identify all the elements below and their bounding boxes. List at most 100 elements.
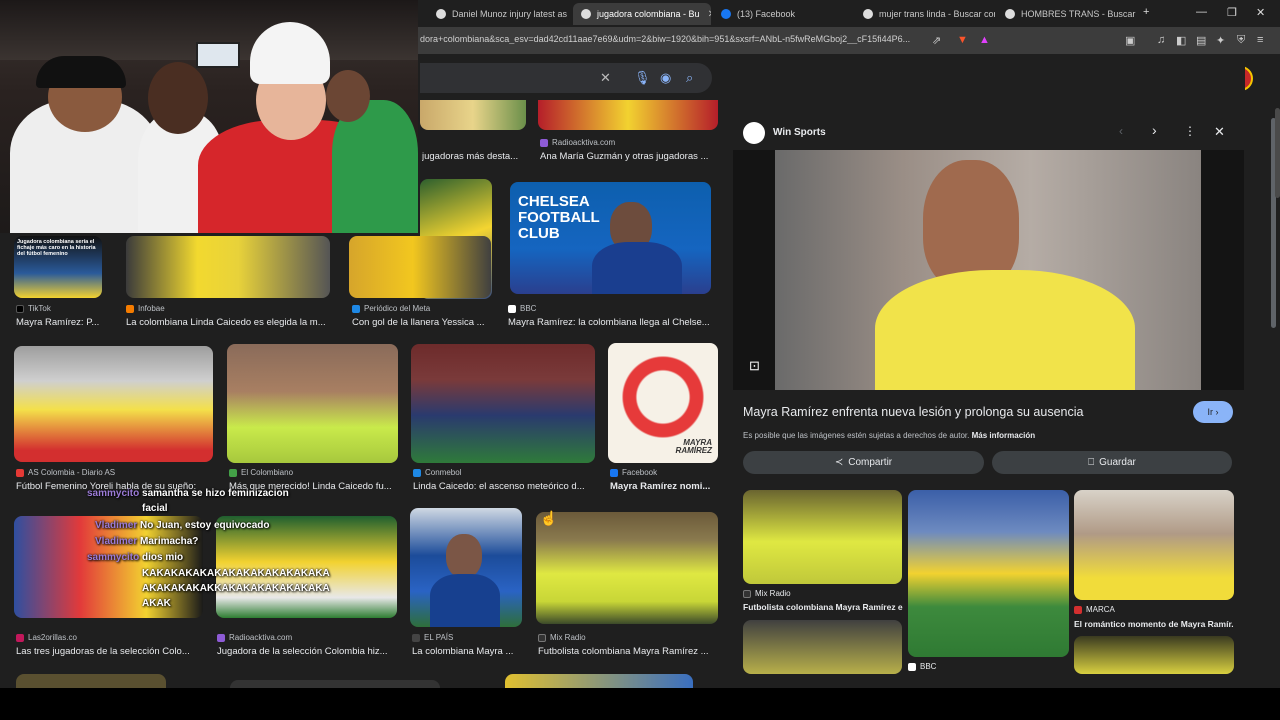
related-caption[interactable]: Futbolista colombiana Mayra Ramírez e... xyxy=(743,602,903,612)
result-image[interactable] xyxy=(14,516,203,618)
restore-icon[interactable]: ❐ xyxy=(1227,6,1237,19)
result-image-tiktok[interactable]: Jugadora colombiana sería el fichaje más… xyxy=(14,236,102,298)
result-source: Facebook xyxy=(610,468,657,477)
vpn-icon[interactable]: ⛨ xyxy=(1237,34,1245,47)
wallet-icon[interactable]: ▤ xyxy=(1196,34,1206,47)
close-panel-icon[interactable]: ✕ xyxy=(1214,124,1225,140)
chat-message: KAKAKAKAKAKAKAKAKAKAKAKAKA xyxy=(142,568,330,579)
chat-line: sammycito dios mio xyxy=(87,552,183,563)
site-icon xyxy=(540,138,548,147)
copyright-notice: Es posible que las imágenes estén sujeta… xyxy=(743,431,1035,440)
main-image-frame[interactable]: ⊡ xyxy=(733,150,1244,390)
source-label: TikTok xyxy=(28,304,51,313)
result-source: Las2orillas.co xyxy=(16,633,77,642)
panel-site-name[interactable]: Win Sports xyxy=(773,127,826,138)
result-image[interactable] xyxy=(411,344,595,463)
related-image[interactable] xyxy=(1074,636,1234,674)
result-source: Conmebol xyxy=(413,468,461,477)
sidebar-icon[interactable]: ◧ xyxy=(1176,34,1186,47)
close-window-icon[interactable]: ✕ xyxy=(1256,6,1265,19)
visit-button[interactable]: Ir › xyxy=(1193,401,1233,423)
result-image[interactable] xyxy=(505,674,693,688)
lens-icon[interactable]: ◉ xyxy=(660,70,671,86)
result-image[interactable] xyxy=(538,100,718,130)
result-caption[interactable]: La colombiana Linda Caicedo es elegida l… xyxy=(126,317,330,328)
tab-hombres-trans[interactable]: HOMBRES TRANS - Buscar con xyxy=(997,3,1137,25)
result-image-facebook[interactable]: MAYRA RAMÍREZ xyxy=(608,343,718,463)
related-image[interactable] xyxy=(743,620,902,674)
more-icon[interactable]: ⋮ xyxy=(1184,124,1196,138)
tab-jugadora-colombiana[interactable]: jugadora colombiana - Bu ✕ xyxy=(573,3,711,25)
page-scrollbar[interactable] xyxy=(1275,108,1280,198)
result-caption[interactable]: Mayra Ramírez: la colombiana llega al Ch… xyxy=(508,317,718,328)
result-caption[interactable]: Futbolista colombiana Mayra Ramírez ... xyxy=(538,646,718,657)
source-label: Facebook xyxy=(622,468,658,477)
result-image-chelsea[interactable]: CHELSEA FOOTBALL CLUB xyxy=(510,182,711,294)
menu-icon[interactable]: ≡ xyxy=(1257,34,1263,46)
as-icon xyxy=(16,468,24,477)
mic-icon[interactable]: 🎙 xyxy=(634,70,651,86)
source-label: Mix Radio xyxy=(550,633,586,642)
share-icon[interactable]: ⇗ xyxy=(932,34,941,47)
url-text[interactable]: dora+colombiana&sca_esv=dad42cd11aae7e69… xyxy=(420,34,925,44)
tab-mujer-trans[interactable]: mujer trans linda - Buscar con xyxy=(855,3,995,25)
result-image[interactable] xyxy=(349,236,491,298)
prev-icon[interactable]: ‹ xyxy=(1119,124,1123,138)
result-image[interactable] xyxy=(227,344,398,463)
brave-shield-icon[interactable]: ▼ xyxy=(957,34,968,46)
share-button[interactable]: ≺ Compartir xyxy=(743,451,984,474)
lens-search-icon[interactable]: ⊡ xyxy=(749,358,760,374)
source-label: BBC xyxy=(520,304,537,313)
related-image[interactable] xyxy=(908,490,1069,657)
leo-icon[interactable]: ✦ xyxy=(1216,34,1225,47)
rewards-icon[interactable]: ▲ xyxy=(979,34,990,46)
result-source: BBC xyxy=(508,304,536,313)
related-image[interactable] xyxy=(743,490,902,584)
result-caption[interactable]: Con gol de la llanera Yessica ... xyxy=(352,317,492,328)
result-image[interactable] xyxy=(420,100,526,130)
result-caption[interactable]: Mayra Ramírez nomi... xyxy=(610,481,718,492)
bookmark-icon: ⎕ xyxy=(1088,457,1095,468)
close-icon[interactable]: ✕ xyxy=(708,9,711,20)
result-image[interactable] xyxy=(216,516,397,618)
save-label: Guardar xyxy=(1099,457,1136,468)
result-image[interactable] xyxy=(14,346,213,462)
result-caption[interactable]: Linda Caicedo: el ascenso meteórico d... xyxy=(413,481,595,492)
tiktok-overlay-text: Jugadora colombiana sería el fichaje más… xyxy=(17,239,96,257)
panel-title[interactable]: Mayra Ramírez enfrenta nueva lesión y pr… xyxy=(743,405,1183,419)
result-caption[interactable]: La colombiana Mayra ... xyxy=(412,646,524,657)
screenshot-icon[interactable]: ▣ xyxy=(1125,34,1135,47)
chat-line: KAKAKAKAKAKAKAKAKAKAKAKAKA xyxy=(142,568,330,579)
search-icon[interactable]: ⌕ xyxy=(686,70,693,86)
next-icon[interactable]: › xyxy=(1152,122,1157,138)
related-image[interactable] xyxy=(1074,490,1234,600)
result-caption[interactable]: jugadoras más desta... xyxy=(422,151,532,162)
more-info-link[interactable]: Más información xyxy=(972,431,1036,440)
result-caption[interactable]: Las tres jugadoras de la selección Colo.… xyxy=(16,646,206,657)
tab-facebook[interactable]: (13) Facebook xyxy=(713,3,853,25)
result-image[interactable] xyxy=(16,674,166,688)
result-source: Radioacktiva.com xyxy=(217,633,292,642)
media-icon[interactable]: ♫ xyxy=(1157,34,1165,46)
chevron-right-icon: › xyxy=(1215,407,1219,417)
related-source: MARCA xyxy=(1074,605,1115,614)
marca-icon xyxy=(1074,605,1082,614)
result-image[interactable] xyxy=(536,512,718,624)
result-caption[interactable]: Ana María Guzmán y otras jugadoras ... xyxy=(540,151,718,162)
source-label: Conmebol xyxy=(425,468,462,477)
result-image[interactable] xyxy=(230,680,440,688)
result-image[interactable] xyxy=(410,508,522,627)
minimize-icon[interactable]: — xyxy=(1196,6,1207,18)
tab-daniel-munoz[interactable]: Daniel Munoz injury latest as C xyxy=(428,3,568,25)
save-button[interactable]: ⎕ Guardar xyxy=(992,451,1232,474)
new-tab-icon[interactable]: + xyxy=(1143,6,1149,18)
conmebol-icon xyxy=(413,468,421,477)
search-box[interactable]: ✕ 🎙 ◉ ⌕ xyxy=(420,63,712,93)
result-caption[interactable]: Mayra Ramírez: P... xyxy=(16,317,104,328)
result-caption[interactable]: Jugadora de la selección Colombia hiz... xyxy=(217,646,397,657)
result-image[interactable] xyxy=(126,236,330,298)
clear-icon[interactable]: ✕ xyxy=(600,70,611,86)
person-cap xyxy=(36,56,126,88)
result-source: Periódico del Meta xyxy=(352,304,430,313)
related-caption[interactable]: El romántico momento de Mayra Ramír... xyxy=(1074,619,1234,629)
